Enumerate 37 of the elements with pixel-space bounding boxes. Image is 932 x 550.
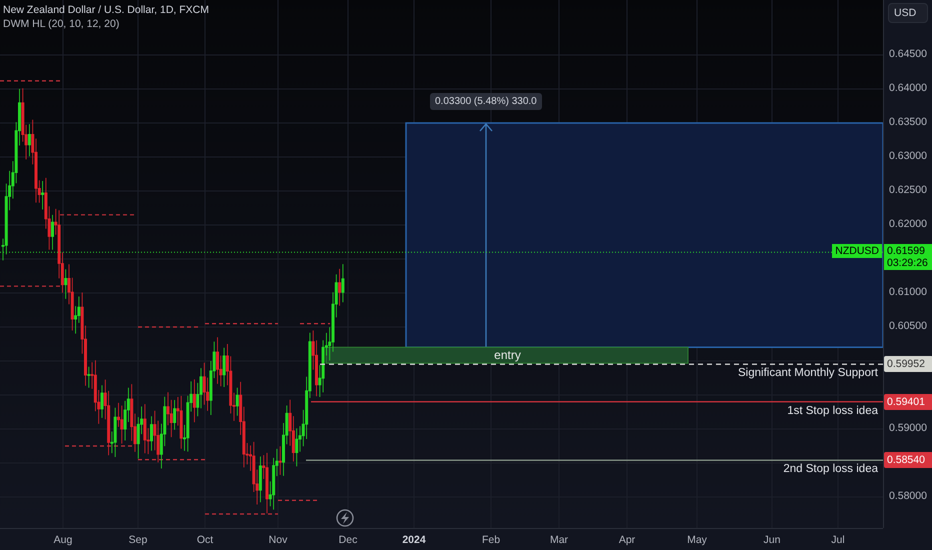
time-tick: Dec [338, 534, 358, 546]
price-tick: 0.63000 [889, 150, 927, 162]
time-tick: Apr [618, 534, 636, 546]
time-tick: Feb [482, 534, 500, 546]
time-tick: Sep [128, 534, 148, 546]
price-badge: 0.58540 [884, 452, 932, 468]
price-tick: 0.64500 [889, 48, 927, 60]
countdown: 03:29:26 [887, 257, 929, 270]
price-badge: 0.59952 [884, 356, 932, 372]
level-label: Significant Monthly Support [738, 367, 878, 380]
price-tick: 0.60500 [889, 320, 927, 332]
symbol-label: NZDUSD [832, 244, 882, 258]
measure-tooltip: 0.03300 (5.48%) 330.0 [430, 93, 542, 110]
price-tick: 0.62500 [889, 184, 927, 196]
time-tick: Jul [831, 534, 845, 546]
currency-button[interactable]: USD [888, 3, 928, 23]
lightning-icon[interactable] [336, 509, 354, 527]
indicator-label: DWM HL (20, 10, 12, 20) [3, 17, 120, 31]
time-tick: Nov [268, 534, 288, 546]
time-tick: Jun [764, 534, 780, 546]
price-tick: 0.61000 [889, 286, 927, 298]
level-label: 1st Stop loss idea [787, 404, 878, 417]
level-label: 2nd Stop loss idea [783, 463, 878, 476]
chart-title: New Zealand Dollar / U.S. Dollar, 1D, FXCM [3, 3, 209, 17]
time-tick: 2024 [402, 534, 426, 546]
entry-label: entry [493, 347, 522, 364]
price-badge: 0.59401 [884, 394, 932, 410]
price-tick: 0.59000 [889, 422, 927, 434]
price-tick: 0.62000 [889, 218, 927, 230]
time-tick: Aug [54, 534, 72, 546]
price-tick: 0.63500 [889, 116, 927, 128]
time-tick: Mar [550, 534, 568, 546]
price-tick: 0.58000 [889, 490, 927, 502]
current-price: 0.61599 [887, 245, 926, 258]
time-tick: Oct [196, 534, 214, 546]
time-tick: May [687, 534, 707, 546]
price-tick: 0.64000 [889, 82, 927, 94]
